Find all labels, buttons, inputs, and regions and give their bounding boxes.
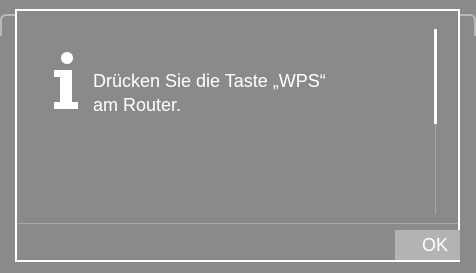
dialog-message: Drücken Sie die Taste „WPS“ am Router. [93,69,326,117]
info-dialog: Drücken Sie die Taste „WPS“ am Router. O… [15,9,460,262]
background-window-edge-right [460,14,476,36]
screen: Drücken Sie die Taste „WPS“ am Router. O… [0,0,476,273]
dialog-message-line: Drücken Sie die Taste „WPS“ [93,71,326,91]
background-window-edge-left [0,14,16,36]
footer-divider [17,223,458,224]
ok-button[interactable]: OK [395,230,460,260]
scrollbar-thumb[interactable] [434,29,437,124]
dialog-message-line: am Router. [93,95,182,115]
info-icon [54,52,78,109]
